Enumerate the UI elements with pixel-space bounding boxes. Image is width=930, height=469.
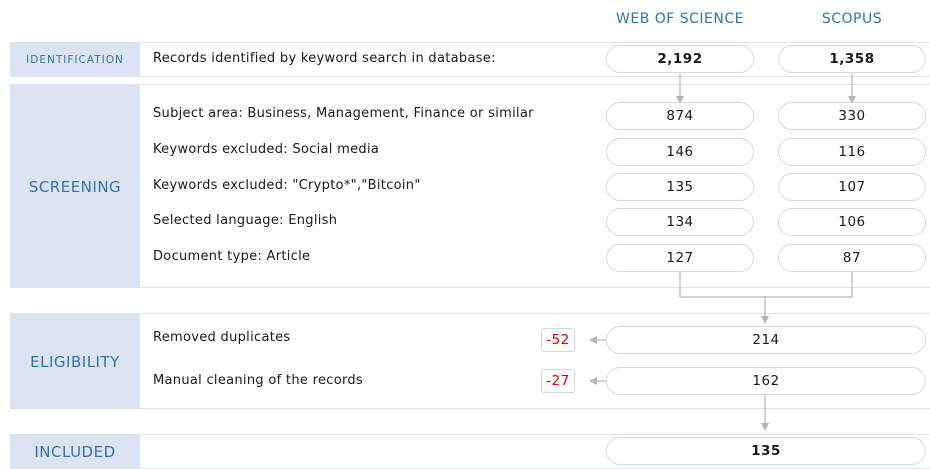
eligibility-label-manual-cleaning: Manual cleaning of the records xyxy=(153,373,363,388)
screening-wos-crypto: 135 xyxy=(606,173,754,201)
identification-scopus-value: 1,358 xyxy=(778,45,926,73)
screening-scopus-crypto: 107 xyxy=(778,173,926,201)
merge-bracket xyxy=(679,272,853,298)
screening-label-document-type: Document type: Article xyxy=(153,249,311,264)
screening-wos-language: 134 xyxy=(606,208,754,236)
screening-label-crypto: Keywords excluded: "Crypto*","Bitcoin" xyxy=(153,178,421,193)
screening-wos-social-media: 146 xyxy=(606,138,754,166)
screening-wos-document-type: 127 xyxy=(606,244,754,272)
screening-scopus-document-type: 87 xyxy=(778,244,926,272)
screening-label-language: Selected language: English xyxy=(153,213,338,228)
screening-wos-subject-area: 874 xyxy=(606,102,754,130)
screening-scopus-language: 106 xyxy=(778,208,926,236)
screening-scopus-subject-area: 330 xyxy=(778,102,926,130)
eligibility-label-duplicates: Removed duplicates xyxy=(153,330,291,345)
screening-label-subject-area: Subject area: Business, Management, Fina… xyxy=(153,106,534,121)
identification-label: Records identified by keyword search in … xyxy=(153,51,496,66)
eligibility-manual-cleaning-value: 162 xyxy=(606,367,926,395)
included-value: 135 xyxy=(606,437,926,465)
screening-label-social-media: Keywords excluded: Social media xyxy=(153,142,380,157)
removed-duplicates-count: -52 xyxy=(541,328,575,352)
screening-scopus-social-media: 116 xyxy=(778,138,926,166)
identification-wos-value: 2,192 xyxy=(606,45,754,73)
eligibility-duplicates-value: 214 xyxy=(606,326,926,354)
manual-cleaning-removed-count: -27 xyxy=(541,369,575,393)
